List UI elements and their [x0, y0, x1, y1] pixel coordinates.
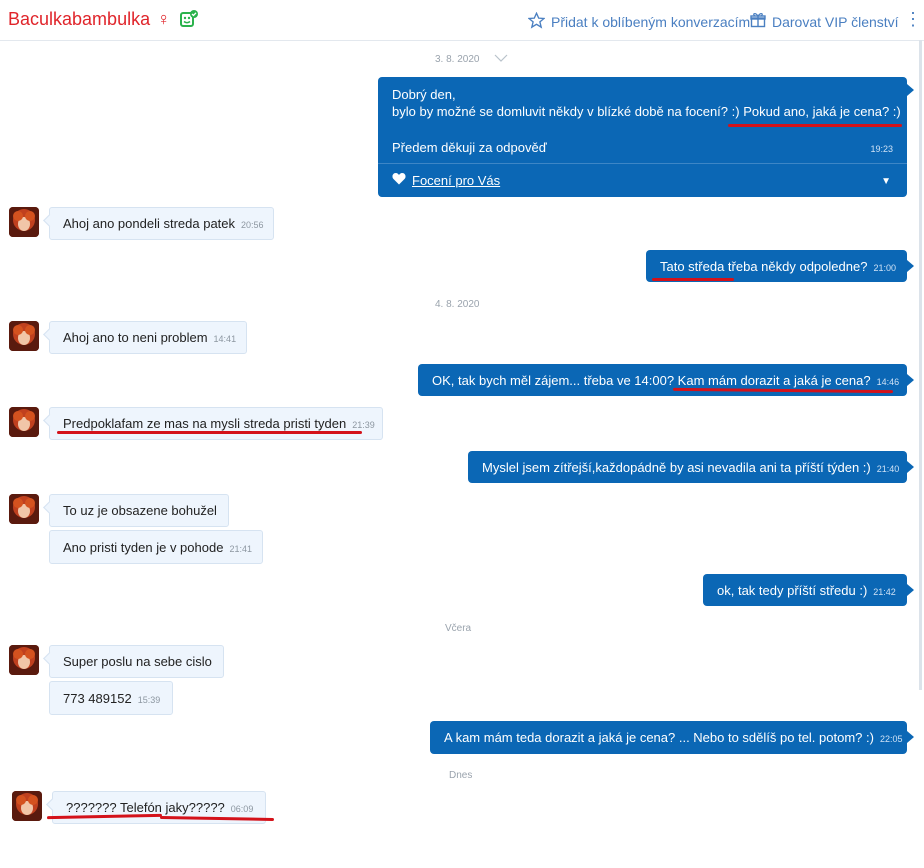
message-time: 19:23 [870, 144, 893, 154]
incoming-message: Ahoj ano to neni problem 14:41 [49, 321, 247, 354]
message-text: Ahoj ano to neni problem [63, 330, 208, 345]
outgoing-message: Myslel jsem zítřejší,každopádně by asi n… [468, 451, 907, 483]
message-time: 21:39 [352, 420, 375, 430]
bubble-tail [907, 260, 914, 272]
heart-icon [392, 172, 406, 189]
incoming-message: Ahoj ano pondeli streda patek 20:56 [49, 207, 274, 240]
message-time: 20:56 [241, 220, 264, 230]
message-time: 21:00 [873, 263, 896, 273]
message-text: Super poslu na sebe cislo [63, 654, 212, 669]
red-underline-annotation [728, 124, 902, 127]
message-time: 21:42 [873, 587, 896, 597]
scrollbar[interactable] [919, 40, 922, 690]
verified-profile-icon [180, 10, 198, 28]
bubble-tail [907, 461, 914, 473]
photo-offer-label: Focení pro Vás [412, 173, 501, 188]
chevron-down-icon[interactable] [494, 54, 508, 65]
message-text: To uz je obsazene bohužel [63, 503, 217, 518]
avatar[interactable] [9, 407, 39, 437]
message-time: 14:46 [876, 377, 900, 387]
female-gender-icon: ♀ [157, 9, 171, 29]
outgoing-message: Dobrý den, bylo by možné se domluvit něk… [378, 77, 907, 197]
message-text: Myslel jsem zítřejší,každopádně by asi n… [482, 460, 871, 475]
incoming-message: To uz je obsazene bohužel [49, 494, 229, 527]
add-to-favorites-button[interactable]: Přidat k oblíbeným konverzacím [527, 11, 751, 32]
message-time: 15:39 [137, 695, 161, 705]
red-underline-annotation [652, 278, 734, 281]
date-divider-label: 3. 8. 2020 [435, 54, 480, 66]
message-text: 773 489152 [63, 691, 132, 706]
bubble-tail [907, 374, 914, 386]
photo-offer-link[interactable]: Focení pro Vás [392, 172, 500, 189]
avatar[interactable] [9, 321, 39, 351]
avatar[interactable] [9, 494, 39, 524]
message-text: Predpoklafam ze mas na mysli streda pris… [63, 416, 347, 431]
bubble-tail [907, 584, 914, 596]
incoming-message: Predpoklafam ze mas na mysli streda pris… [49, 407, 383, 440]
date-divider-label: Dnes [449, 770, 473, 781]
star-outline-icon [527, 11, 546, 32]
message-time: 21:40 [876, 464, 900, 474]
bubble-tail [907, 84, 914, 96]
message-text: A kam mám teda dorazit a jaká je cena? .… [444, 730, 874, 745]
gift-vip-button[interactable]: Darovat VIP členství [750, 12, 899, 31]
message-text: OK, tak bych měl zájem... třeba ve 14:00… [432, 373, 871, 388]
message-text: ??????? Telefón jaky????? [66, 800, 225, 815]
message-text: Dobrý den, [392, 87, 456, 102]
expand-arrow-icon[interactable]: ▼ [881, 173, 891, 190]
message-time: 21:41 [229, 544, 252, 554]
message-text: ok, tak tedy příští středu :) [717, 583, 868, 598]
conversation-header: Baculkabambulka ♀ Přidat k oblíbeným kon… [0, 0, 924, 41]
message-text: bylo by možné se domluvit někdy v blízké… [392, 104, 901, 119]
message-text: Tato středa třeba někdy odpoledne? [660, 259, 868, 274]
incoming-message: 773 489152 15:39 [49, 681, 173, 715]
date-divider: Včera [445, 623, 471, 634]
more-options-icon[interactable]: ⋮ [904, 10, 922, 28]
date-divider: Dnes [449, 770, 472, 781]
outgoing-message: ok, tak tedy příští středu :) 21:42 [703, 574, 907, 606]
message-time: 14:41 [213, 334, 237, 344]
contact-name[interactable]: Baculkabambulka [8, 9, 150, 30]
message-text: Ahoj ano pondeli streda patek [63, 216, 236, 231]
add-to-favorites-label: Přidat k oblíbeným konverzacím [551, 14, 751, 30]
outgoing-message: A kam mám teda dorazit a jaká je cena? .… [430, 721, 907, 754]
message-text: Předem děkuji za odpověď [392, 140, 547, 155]
message-footer-divider [378, 163, 907, 164]
gift-vip-label: Darovat VIP členství [772, 13, 899, 30]
gift-icon [750, 12, 766, 31]
date-divider: 3. 8. 2020 [435, 54, 508, 65]
incoming-message: Super poslu na sebe cislo [49, 645, 224, 678]
bubble-tail [907, 731, 914, 743]
date-divider: 4. 8. 2020 [435, 299, 479, 310]
avatar[interactable] [12, 791, 42, 821]
date-divider-label: 4. 8. 2020 [435, 299, 480, 310]
message-time: 22:05 [879, 734, 903, 744]
date-divider-label: Včera [445, 623, 472, 634]
incoming-message: Ano pristi tyden je v pohode 21:41 [49, 530, 263, 564]
message-text: Ano pristi tyden je v pohode [63, 540, 224, 555]
message-time: 06:09 [230, 804, 254, 814]
avatar[interactable] [9, 645, 39, 675]
avatar[interactable] [9, 207, 39, 237]
red-underline-annotation [57, 431, 362, 434]
